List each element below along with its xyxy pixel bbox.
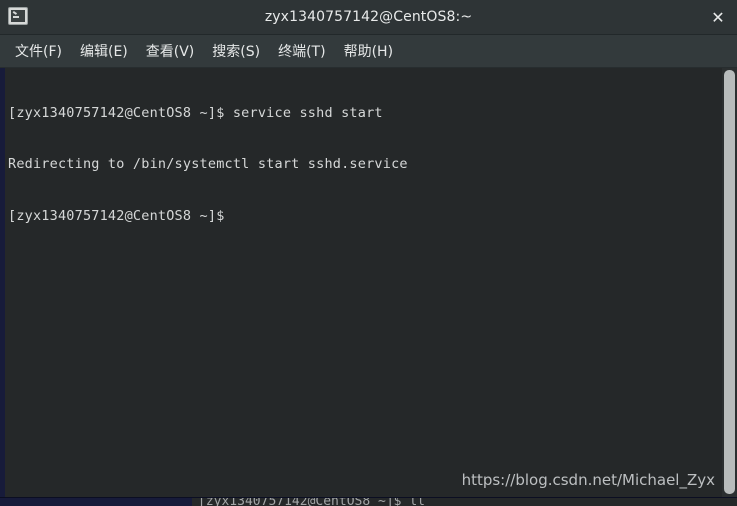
- terminal-line: Redirecting to /bin/systemctl start sshd…: [8, 156, 717, 173]
- terminal-line: [zyx1340757142@CentOS8 ~]$ service sshd …: [8, 105, 717, 122]
- desktop-background: [zyx1340757142@CentOS8 ~]$ ll zyx1340757…: [0, 0, 737, 505]
- window-titlebar[interactable]: zyx1340757142@CentOS8:~ ✕: [0, 0, 737, 35]
- menu-help[interactable]: 帮助(H): [335, 37, 402, 65]
- terminal-window[interactable]: zyx1340757142@CentOS8:~ ✕ 文件(F) 编辑(E) 查看…: [0, 0, 737, 497]
- window-title: zyx1340757142@CentOS8:~: [0, 9, 737, 25]
- terminal-icon: [8, 7, 28, 25]
- menu-terminal[interactable]: 终端(T): [269, 37, 334, 65]
- terminal-output-area[interactable]: [zyx1340757142@CentOS8 ~]$ service sshd …: [0, 68, 737, 497]
- menu-edit[interactable]: 编辑(E): [71, 37, 137, 65]
- watermark-text: https://blog.csdn.net/Michael_Zyx: [462, 471, 715, 489]
- terminal-text: [zyx1340757142@CentOS8 ~]$ service sshd …: [8, 70, 717, 260]
- menu-view[interactable]: 查看(V): [137, 37, 204, 65]
- terminal-icon-screen: [11, 10, 25, 22]
- menu-file[interactable]: 文件(F): [6, 37, 71, 65]
- terminal-line: [zyx1340757142@CentOS8 ~]$: [8, 208, 717, 225]
- menu-search[interactable]: 搜索(S): [203, 37, 269, 65]
- scrollbar-thumb[interactable]: [724, 70, 735, 494]
- close-icon[interactable]: ✕: [703, 2, 733, 32]
- scrollbar[interactable]: [722, 68, 737, 497]
- menu-bar[interactable]: 文件(F) 编辑(E) 查看(V) 搜索(S) 终端(T) 帮助(H): [0, 35, 737, 68]
